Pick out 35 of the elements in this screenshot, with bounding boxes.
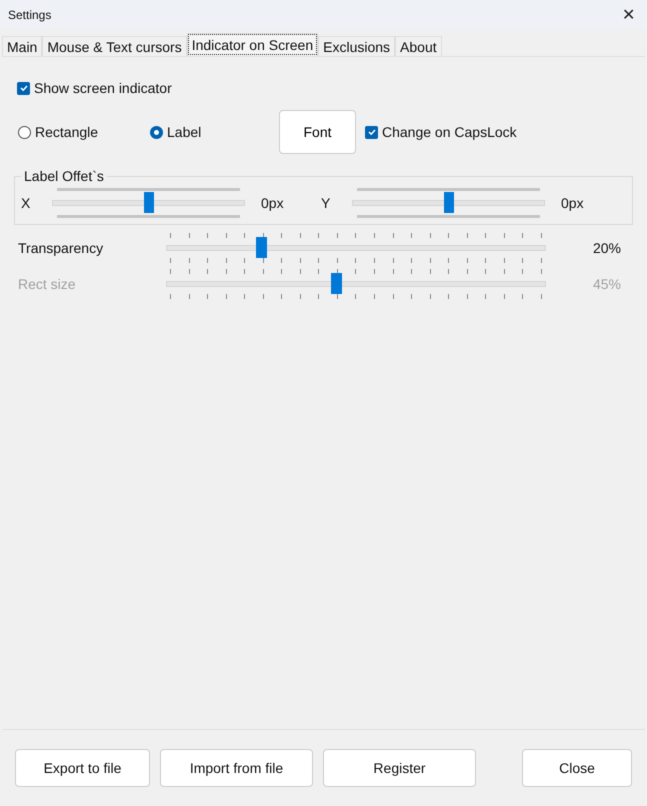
radio-button[interactable] xyxy=(150,126,163,138)
check-icon xyxy=(18,83,28,93)
slider-value: 45% xyxy=(592,276,621,292)
checkbox-label: Change on CapsLock xyxy=(382,124,517,140)
tab[interactable]: Indicator on Screen xyxy=(186,33,318,56)
axis-label: X xyxy=(21,195,32,211)
tab[interactable]: About xyxy=(395,36,442,56)
radio-button[interactable] xyxy=(18,126,31,138)
tab[interactable]: Main xyxy=(2,36,42,56)
close-button[interactable]: ✕ xyxy=(618,5,639,25)
group-title: Label Offet`s xyxy=(23,168,105,184)
check-icon xyxy=(366,127,376,137)
checkbox[interactable] xyxy=(365,126,378,138)
checkbox-label: Show screen indicator xyxy=(34,80,172,96)
window-title: Settings xyxy=(8,8,52,22)
tab[interactable]: Mouse & Text cursors xyxy=(42,36,187,56)
footer-button[interactable]: Export to file xyxy=(15,749,150,787)
slider-value: 20% xyxy=(592,240,621,256)
radio-label: Label xyxy=(167,124,202,140)
slider-value: 0px xyxy=(560,195,585,211)
slider-thumb[interactable] xyxy=(144,192,154,213)
checkbox[interactable] xyxy=(17,82,30,94)
footer-button[interactable]: Import from file xyxy=(160,749,313,787)
slider-thumb[interactable] xyxy=(256,237,266,258)
slider-label: Rect size xyxy=(17,276,77,292)
slider-value: 0px xyxy=(260,195,285,211)
slider-label: Transparency xyxy=(17,240,104,256)
tab[interactable]: Exclusions xyxy=(318,36,396,56)
slider[interactable] xyxy=(166,233,546,263)
footer-button[interactable]: Register xyxy=(323,749,476,787)
font-button[interactable]: Font xyxy=(279,110,356,154)
axis-label: Y xyxy=(321,195,332,211)
radio-label: Rectangle xyxy=(35,124,98,140)
slider-thumb[interactable] xyxy=(444,192,454,213)
footer-button[interactable]: Close xyxy=(522,749,632,787)
